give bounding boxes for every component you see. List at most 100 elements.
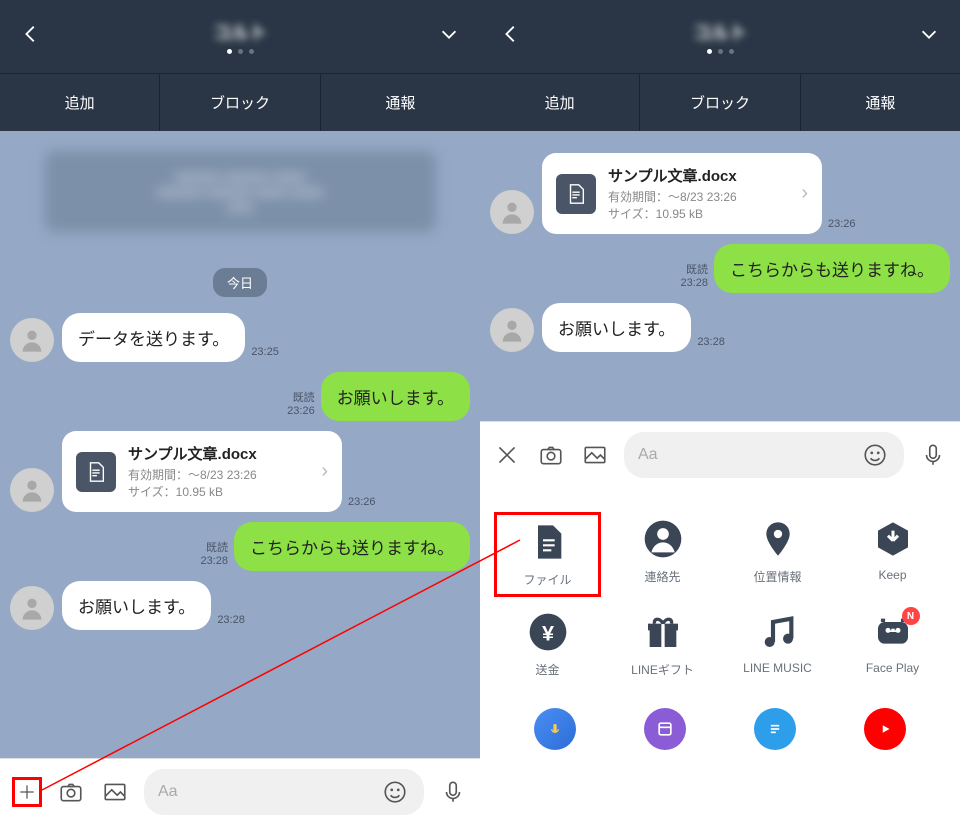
attach-faceplay[interactable]: N Face Play: [835, 601, 950, 688]
voice-button[interactable]: [438, 777, 468, 807]
message-input[interactable]: Aa: [624, 432, 904, 478]
avatar[interactable]: [10, 468, 54, 512]
notification-badge: N: [902, 607, 920, 625]
attach-extra-2[interactable]: [644, 708, 686, 750]
message-row: 既読23:28 こちらからも送りますね。: [10, 522, 470, 571]
attach-extra-4[interactable]: [864, 708, 906, 750]
back-button[interactable]: [500, 23, 522, 50]
chat-title: コルト: [213, 19, 267, 45]
attach-keep[interactable]: Keep: [835, 508, 950, 601]
gallery-button[interactable]: [580, 440, 610, 470]
block-button[interactable]: ブロック: [160, 74, 320, 131]
message-row: 既読23:28 こちらからも送りますね。: [490, 244, 950, 293]
attach-money[interactable]: ¥ 送金: [490, 601, 605, 688]
input-bar: Aa: [0, 758, 480, 825]
chat-title-area: コルト: [693, 19, 747, 54]
attach-gift[interactable]: LINEギフト: [605, 601, 720, 688]
file-expiry: 有効期間：～8/23 23:26: [128, 466, 309, 483]
faceplay-icon: N: [872, 611, 914, 653]
file-name: サンプル文章.docx: [128, 443, 309, 464]
file-attachment[interactable]: サンプル文章.docx 有効期間：～8/23 23:26 サイズ：10.95 k…: [542, 153, 822, 234]
location-icon: [757, 518, 799, 560]
attach-label: LINE MUSIC: [743, 661, 812, 675]
action-bar: 追加 ブロック 通報: [0, 73, 480, 131]
money-icon: ¥: [527, 611, 569, 653]
input-placeholder: Aa: [158, 783, 178, 801]
message-time: 23:26: [287, 405, 315, 417]
message-time: 23:28: [217, 614, 245, 626]
file-name: サンプル文章.docx: [608, 165, 789, 186]
attach-file[interactable]: ファイル: [494, 512, 601, 597]
gift-icon: [642, 611, 684, 653]
attach-button[interactable]: [12, 777, 42, 807]
attach-location[interactable]: 位置情報: [720, 508, 835, 601]
report-button[interactable]: 通報: [321, 74, 480, 131]
chat-messages[interactable]: xxxxxxx xxxxxxx xxxxxxxxxxxx xxxxxxx xxx…: [0, 131, 480, 758]
attach-extra-1[interactable]: [534, 708, 576, 750]
outgoing-message[interactable]: お願いします。: [321, 372, 470, 421]
file-expiry: 有効期間：～8/23 23:26: [608, 188, 789, 205]
menu-dropdown[interactable]: [438, 23, 460, 50]
message-input[interactable]: Aa: [144, 769, 424, 815]
gallery-button[interactable]: [100, 777, 130, 807]
svg-text:¥: ¥: [541, 620, 553, 645]
chat-messages[interactable]: サンプル文章.docx 有効期間：～8/23 23:26 サイズ：10.95 k…: [480, 131, 960, 421]
emoji-button[interactable]: [860, 440, 890, 470]
phone-left: コルト 追加 ブロック 通報 xxxxxxx xxxxxxx xxxxxxxxx…: [0, 0, 480, 825]
attach-extra-3[interactable]: [754, 708, 796, 750]
outgoing-message[interactable]: こちらからも送りますね。: [234, 522, 470, 571]
block-button[interactable]: ブロック: [640, 74, 800, 131]
attach-label: LINEギフト: [631, 661, 694, 678]
message-time: 23:28: [200, 555, 228, 567]
message-time: 23:25: [251, 346, 279, 358]
input-bar: Aa: [480, 421, 960, 488]
attachment-panel: ファイル 連絡先 位置情報 Keep ¥ 送金 LINEギフト: [480, 488, 960, 825]
voice-button[interactable]: [918, 440, 948, 470]
file-icon: [527, 521, 569, 563]
avatar[interactable]: [10, 318, 54, 362]
report-button[interactable]: 通報: [801, 74, 960, 131]
file-attachment[interactable]: サンプル文章.docx 有効期間：～8/23 23:26 サイズ：10.95 k…: [62, 431, 342, 512]
camera-button[interactable]: [56, 777, 86, 807]
keep-icon: [872, 518, 914, 560]
back-button[interactable]: [20, 23, 42, 50]
outgoing-message[interactable]: こちらからも送りますね。: [714, 244, 950, 293]
chat-title-area: コルト: [213, 19, 267, 54]
attach-label: 位置情報: [753, 568, 801, 585]
attach-label: Keep: [878, 568, 906, 582]
chat-header: コルト: [480, 0, 960, 73]
date-separator: 今日: [213, 268, 267, 297]
incoming-message[interactable]: お願いします。: [542, 303, 691, 352]
avatar[interactable]: [490, 190, 534, 234]
chevron-right-icon: ›: [321, 460, 328, 483]
emoji-button[interactable]: [380, 777, 410, 807]
read-status: 既読: [206, 539, 228, 555]
attach-label: ファイル: [523, 571, 571, 588]
close-attach-button[interactable]: [492, 440, 522, 470]
message-time: 23:26: [348, 496, 376, 508]
action-bar: 追加 ブロック 通報: [480, 73, 960, 131]
add-button[interactable]: 追加: [0, 74, 160, 131]
message-row: お願いします。 23:28: [490, 303, 950, 352]
file-size: サイズ：10.95 kB: [608, 205, 789, 222]
read-status: 既読: [293, 389, 315, 405]
attach-row-3: [480, 698, 960, 760]
message-row: 既読23:26 お願いします。: [10, 372, 470, 421]
input-placeholder: Aa: [638, 446, 658, 464]
camera-button[interactable]: [536, 440, 566, 470]
incoming-message[interactable]: データを送ります。: [62, 313, 245, 362]
attach-music[interactable]: LINE MUSIC: [720, 601, 835, 688]
contact-icon: [642, 518, 684, 560]
attach-label: 送金: [535, 661, 559, 678]
menu-dropdown[interactable]: [918, 23, 940, 50]
incoming-message[interactable]: お願いします。: [62, 581, 211, 630]
music-icon: [757, 611, 799, 653]
blurred-system-message: xxxxxxx xxxxxxx xxxxxxxxxxxx xxxxxxx xxx…: [45, 151, 436, 232]
attach-contact[interactable]: 連絡先: [605, 508, 720, 601]
message-time: 23:28: [680, 277, 708, 289]
avatar[interactable]: [490, 308, 534, 352]
avatar[interactable]: [10, 586, 54, 630]
message-row: お願いします。 23:28: [10, 581, 470, 630]
add-button[interactable]: 追加: [480, 74, 640, 131]
chat-title: コルト: [693, 19, 747, 45]
